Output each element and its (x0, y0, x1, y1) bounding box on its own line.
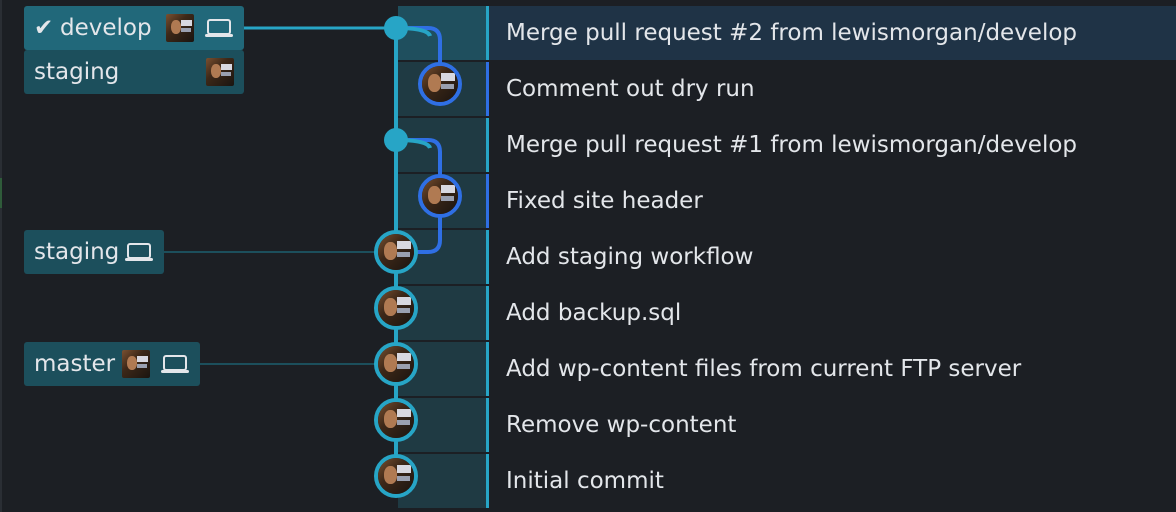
branch-name: develop (60, 15, 152, 41)
commit-message: Merge pull request #1 from lewismorgan/d… (506, 132, 1078, 158)
merge-node[interactable] (384, 16, 408, 40)
avatar (378, 402, 414, 438)
avatar (378, 346, 414, 382)
left-pane-edge-marker (0, 178, 2, 208)
branch-label-staging-remote[interactable]: staging (24, 50, 244, 94)
graph-cell (398, 118, 486, 172)
avatar (378, 290, 414, 326)
commit-row-8[interactable]: Initial commit (398, 454, 1176, 508)
branch-label-staging-local[interactable]: staging (24, 230, 164, 274)
branch-stripe (486, 286, 489, 340)
graph-cell (398, 6, 486, 60)
laptop-icon (205, 19, 233, 37)
branch-stripe (486, 230, 489, 284)
branch-stripe (486, 398, 489, 452)
avatar (122, 350, 150, 378)
avatar (206, 58, 234, 86)
avatar (378, 458, 414, 494)
commit-message: Add wp-content files from current FTP se… (506, 356, 1022, 382)
commit-node-avatar[interactable] (374, 454, 418, 498)
commit-row-1[interactable]: Comment out dry run (398, 62, 1176, 116)
branch-label-master[interactable]: master (24, 342, 200, 386)
commit-message: Comment out dry run (506, 76, 755, 102)
commit-message: Initial commit (506, 468, 664, 494)
commit-node-avatar[interactable] (418, 62, 462, 106)
branch-stripe (486, 174, 489, 228)
branch-stripe (486, 342, 489, 396)
avatar (422, 66, 458, 102)
check-icon: ✔ (34, 15, 54, 41)
commit-row-0[interactable]: Merge pull request #2 from lewismorgan/d… (398, 6, 1176, 60)
commit-message: Merge pull request #2 from lewismorgan/d… (506, 20, 1078, 46)
branch-name: staging (34, 59, 120, 85)
branch-stripe (486, 454, 489, 508)
avatar (166, 14, 194, 42)
commit-row-3[interactable]: Fixed site header (398, 174, 1176, 228)
commit-message: Remove wp-content (506, 412, 737, 438)
branch-label-develop[interactable]: ✔ develop (24, 6, 244, 50)
commit-node-avatar[interactable] (374, 230, 418, 274)
branch-name: staging (34, 239, 120, 265)
branch-name: master (34, 351, 116, 377)
commit-node-avatar[interactable] (374, 342, 418, 386)
commit-row-4[interactable]: Add staging workflow (398, 230, 1176, 284)
commit-node-avatar[interactable] (418, 174, 462, 218)
branch-stripe (486, 118, 489, 172)
laptop-icon (125, 243, 153, 261)
commit-message: Fixed site header (506, 188, 703, 214)
commit-graph-view: Merge pull request #2 from lewismorgan/d… (0, 0, 1176, 512)
branch-stripe (486, 6, 489, 60)
commit-node-avatar[interactable] (374, 398, 418, 442)
avatar (378, 234, 414, 270)
commit-node-avatar[interactable] (374, 286, 418, 330)
laptop-icon (161, 355, 189, 373)
avatar (422, 178, 458, 214)
commit-row-2[interactable]: Merge pull request #1 from lewismorgan/d… (398, 118, 1176, 172)
commit-row-7[interactable]: Remove wp-content (398, 398, 1176, 452)
left-pane-edge (0, 0, 2, 512)
commit-row-5[interactable]: Add backup.sql (398, 286, 1176, 340)
merge-node[interactable] (384, 128, 408, 152)
branch-stripe (486, 62, 489, 116)
commit-row-6[interactable]: Add wp-content files from current FTP se… (398, 342, 1176, 396)
commit-message: Add staging workflow (506, 244, 754, 270)
commit-message: Add backup.sql (506, 300, 682, 326)
